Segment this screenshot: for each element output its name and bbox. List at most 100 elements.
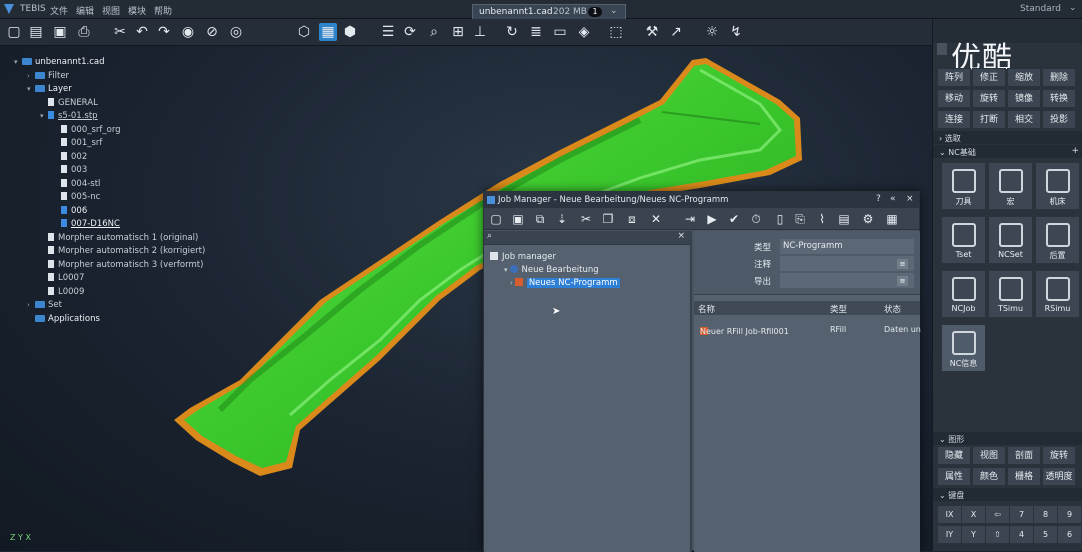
table-row[interactable]: Neuer RFill Job-Rfil001 RFill Daten un: [694, 323, 921, 337]
command-button-11[interactable]: 投影: [1042, 110, 1076, 129]
cube-selected-icon[interactable]: ▦: [319, 23, 337, 41]
tree-node[interactable]: Morpher automatisch 2 (korrigiert): [40, 245, 205, 257]
key-button[interactable]: IY: [937, 525, 962, 544]
command-button-8[interactable]: 连接: [937, 110, 971, 129]
edit-icon[interactable]: ≡: [897, 259, 908, 269]
close-button[interactable]: ×: [906, 194, 914, 204]
tree-node[interactable]: ▾ unbenannt1.cad: [14, 56, 105, 68]
open-file-icon[interactable]: ▤: [27, 23, 45, 41]
chevron-down-icon[interactable]: ▾: [40, 110, 48, 122]
window-icon[interactable]: ▭: [551, 23, 569, 41]
tree-node[interactable]: ▾ s5-01.stp: [40, 110, 98, 122]
new-icon[interactable]: ▢: [488, 211, 504, 227]
undo-icon[interactable]: ↶: [133, 23, 151, 41]
new-file-icon[interactable]: ▢: [5, 23, 23, 41]
tool-icon[interactable]: ▯: [772, 211, 788, 227]
tree-node[interactable]: › Set: [27, 299, 62, 311]
save-icon[interactable]: ▣: [510, 211, 526, 227]
tree-node[interactable]: Morpher automatisch 1 (original): [40, 232, 198, 244]
command-button-2[interactable]: 缩放: [1007, 68, 1041, 87]
job-tree-root[interactable]: Job manager: [490, 251, 556, 263]
menu-help[interactable]: 帮助: [154, 4, 172, 17]
prop-type-value[interactable]: NC-Programm: [780, 239, 914, 254]
palette-icon[interactable]: ◎: [227, 23, 245, 41]
list-icon[interactable]: ≣: [527, 23, 545, 41]
key-button[interactable]: 6: [1057, 525, 1082, 544]
document-tab[interactable]: unbenannt1.cad 202 MB 1 ⌄: [472, 4, 626, 19]
help-button[interactable]: ?: [876, 194, 881, 204]
tree-node[interactable]: L0007: [40, 272, 84, 284]
delete-icon[interactable]: ✕: [648, 211, 664, 227]
command-button-0[interactable]: 阵列: [937, 68, 971, 87]
grid-icon[interactable]: ▦: [884, 211, 900, 227]
table-icon[interactable]: ▤: [836, 211, 852, 227]
collapse-button[interactable]: «: [890, 194, 896, 204]
graphics-button-5[interactable]: 颜色: [972, 467, 1006, 486]
duplicate-icon[interactable]: ⧈: [624, 211, 640, 227]
chevron-right-icon[interactable]: ›: [27, 70, 35, 82]
chevron-right-icon[interactable]: ›: [27, 299, 35, 311]
cube-icon[interactable]: ⬢: [341, 23, 359, 41]
sections-icon[interactable]: ◈: [575, 23, 593, 41]
navigate-icon[interactable]: ↯: [727, 23, 745, 41]
pin-icon[interactable]: ⇥: [682, 211, 698, 227]
nc-button-0[interactable]: 刀具: [941, 162, 986, 210]
job-search[interactable]: ⌕ ×: [484, 231, 690, 245]
nc-button-9[interactable]: NC信息: [941, 324, 986, 372]
tree-node[interactable]: Morpher automatisch 3 (verformt): [40, 259, 203, 271]
key-button[interactable]: 9: [1057, 505, 1082, 524]
box-icon[interactable]: ⬚: [607, 23, 625, 41]
key-button[interactable]: 5: [1033, 525, 1058, 544]
menu-module[interactable]: 模块: [128, 4, 146, 17]
menu-edit[interactable]: 编辑: [76, 4, 94, 17]
settings-icon[interactable]: ⚙: [860, 211, 876, 227]
tree-node[interactable]: 004-stl: [53, 178, 100, 190]
copy-icon[interactable]: ⧉: [532, 211, 548, 227]
hide-icon[interactable]: ⊘: [203, 23, 221, 41]
command-button-5[interactable]: 旋转: [972, 89, 1006, 108]
nc-button-7[interactable]: TSimu: [988, 270, 1033, 318]
add-icon[interactable]: +: [1071, 146, 1079, 156]
graphics-button-4[interactable]: 属性: [937, 467, 971, 486]
axis-icon[interactable]: ⊥: [471, 23, 489, 41]
tree-node[interactable]: 001_srf: [53, 137, 102, 149]
key-button[interactable]: X: [961, 505, 986, 524]
job-tree-bearbeitung[interactable]: ▾ Neue Bearbeitung: [504, 264, 599, 276]
nc-button-4[interactable]: NCSet: [988, 216, 1033, 264]
export-icon[interactable]: ⎘: [792, 211, 808, 227]
zoom-icon[interactable]: ⌕: [425, 23, 443, 41]
section-graphics[interactable]: ⌄ 图形: [933, 432, 1082, 445]
check-icon[interactable]: ✔: [726, 211, 742, 227]
key-button[interactable]: ⇦: [985, 505, 1010, 524]
down-icon[interactable]: ⇣: [554, 211, 570, 227]
play-icon[interactable]: ▶: [704, 211, 720, 227]
chevron-down-icon[interactable]: ⌄: [610, 6, 618, 16]
tree-node[interactable]: GENERAL: [40, 97, 98, 109]
tree-node[interactable]: 000_srf_org: [53, 124, 121, 136]
col-status[interactable]: 状态: [884, 303, 901, 315]
cut-icon[interactable]: ✂: [111, 23, 129, 41]
panel-pin-icon[interactable]: [937, 43, 947, 55]
tree-node[interactable]: 005-nc: [53, 191, 100, 203]
key-button[interactable]: IX: [937, 505, 962, 524]
clear-search-icon[interactable]: ×: [677, 231, 685, 241]
mode-chevron-icon[interactable]: ⌄: [1069, 3, 1077, 13]
graphics-button-6[interactable]: 栅格: [1007, 467, 1041, 486]
section-select[interactable]: › 选取: [933, 131, 1082, 144]
prop-export-value[interactable]: [780, 273, 914, 288]
cube-front-icon[interactable]: ⬡: [295, 23, 313, 41]
nc-button-5[interactable]: 后置: [1035, 216, 1080, 264]
graphics-button-7[interactable]: 透明度: [1042, 467, 1076, 486]
chevron-right-icon[interactable]: ›: [510, 279, 513, 287]
pick-icon[interactable]: ↗: [667, 23, 685, 41]
key-button[interactable]: 4: [1009, 525, 1034, 544]
tree-node[interactable]: Applications: [27, 313, 100, 325]
job-manager-titlebar[interactable]: Job Manager - Neue Bearbeitung/Neues NC-…: [484, 192, 919, 208]
timer-icon[interactable]: ⏱: [748, 211, 764, 227]
tree-node[interactable]: 006: [53, 205, 87, 217]
command-button-9[interactable]: 打断: [972, 110, 1006, 129]
save-icon[interactable]: ▣: [51, 23, 69, 41]
print-icon[interactable]: ⎙: [75, 23, 93, 41]
key-button[interactable]: 8: [1033, 505, 1058, 524]
hammer-icon[interactable]: ⚒: [643, 23, 661, 41]
